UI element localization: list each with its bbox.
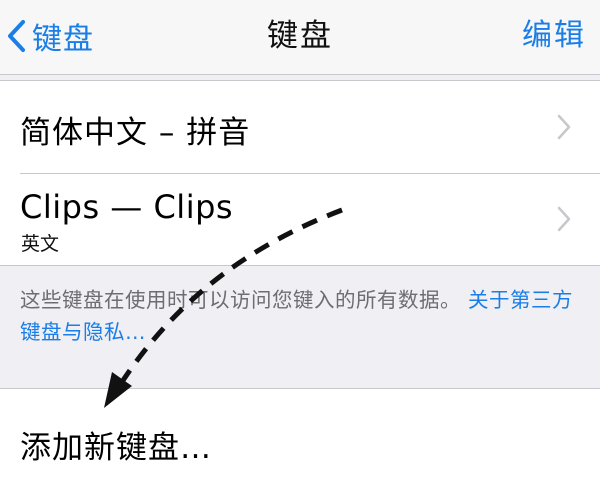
edit-button[interactable]: 编辑 [522, 14, 586, 58]
keyboard-name: 简体中文 – 拼音 [20, 115, 251, 151]
keyboard-row-clips[interactable]: Clips — Clips 英文 [0, 174, 600, 265]
add-keyboard-button[interactable]: 添加新键盘… [0, 389, 600, 479]
chevron-right-icon [556, 114, 572, 140]
keyboard-language: 英文 [21, 233, 60, 255]
keyboard-row-pinyin[interactable]: 简体中文 – 拼音 [0, 81, 600, 173]
keyboards-settings-screen: 键盘 键盘 编辑 简体中文 – 拼音 Clips — Clips 英文 这些键盘 [0, 0, 600, 479]
privacy-note: 这些键盘在使用时可以访问您键入的所有数据。 关于第三方键盘与隐私… [20, 284, 580, 348]
keyboard-name: Clips — Clips [20, 188, 234, 226]
page-title: 键盘 [267, 18, 333, 54]
navigation-bar: 键盘 键盘 编辑 [0, 0, 600, 75]
add-keyboard-label: 添加新键盘… [20, 430, 212, 466]
add-keyboard-group: 添加新键盘… [0, 388, 600, 479]
keyboard-list: 简体中文 – 拼音 Clips — Clips 英文 [0, 80, 600, 266]
privacy-note-text: 这些键盘在使用时可以访问您键入的所有数据。 [20, 288, 461, 312]
chevron-right-icon [556, 206, 572, 232]
